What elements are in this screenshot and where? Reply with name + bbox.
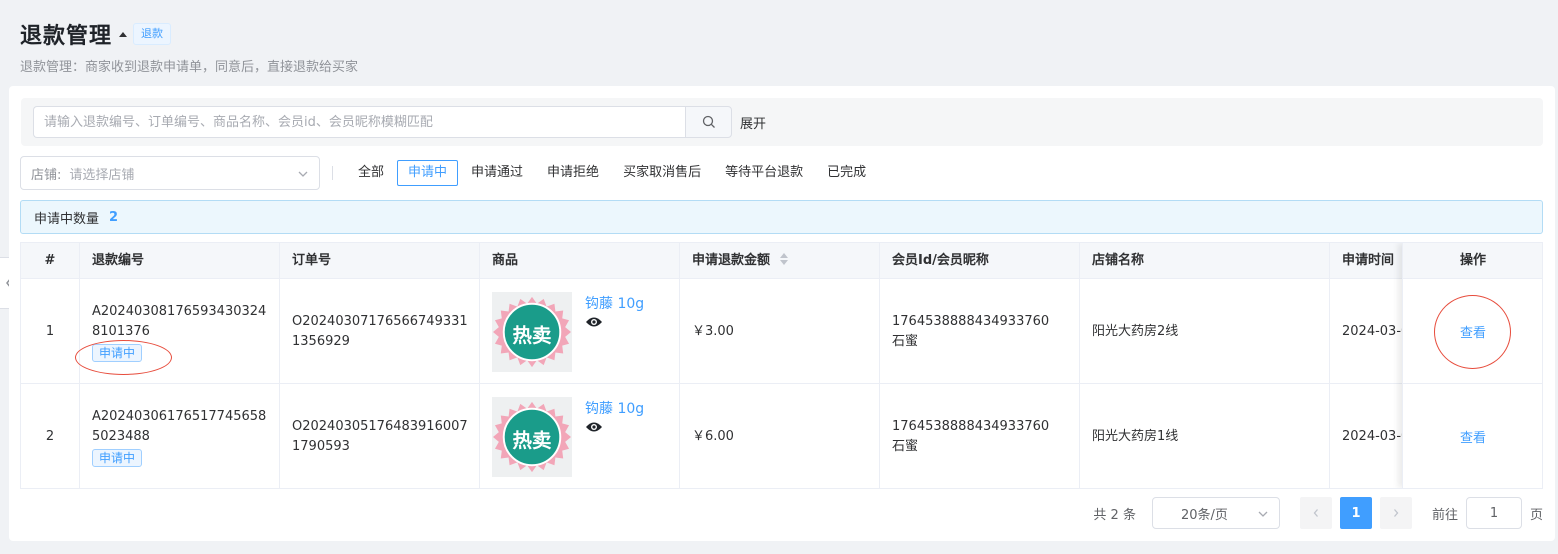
amount: ￥3.00 <box>680 279 880 384</box>
status-filter-all[interactable]: 全部 <box>347 160 395 186</box>
jumper-prefix: 前往 <box>1431 507 1458 523</box>
status-filter-awaiting-platform[interactable]: 等待平台退款 <box>714 160 814 186</box>
search-input[interactable] <box>33 106 687 138</box>
column-header-index: # <box>21 243 80 279</box>
next-page-button[interactable] <box>1379 497 1412 529</box>
sort-icon[interactable] <box>779 252 789 266</box>
expand-link[interactable]: 展开 <box>740 113 766 132</box>
order-no-cell: O202403051764839160071790593 <box>280 384 480 488</box>
status-filter-rejected[interactable]: 申请拒绝 <box>536 160 610 186</box>
store-select[interactable]: 店铺: 请选择店铺 <box>20 156 320 190</box>
column-header-store: 店铺名称 <box>1080 243 1330 279</box>
status-filter-approved[interactable]: 申请通过 <box>460 160 534 186</box>
status-filter-group: 全部 申请中 申请通过 申请拒绝 买家取消售后 等待平台退款 已完成 <box>347 160 879 186</box>
action-cell: 查看 <box>1403 384 1542 488</box>
column-header-action: 操作 <box>1403 243 1542 279</box>
store-name: 阳光大药房1线 <box>1080 384 1330 488</box>
column-header-product: 商品 <box>480 243 680 279</box>
refund-table: # 退款编号 订单号 商品 申请退款金额 会员Id/会员昵称 店铺名称 申请时间… <box>20 242 1543 489</box>
refund-no: A202403061765177456585023488 <box>92 408 267 444</box>
caret-up-icon[interactable] <box>119 31 128 37</box>
store-select-placeholder: 请选择店铺 <box>69 167 135 183</box>
refund-no-cell: A202403081765934303248101376 申请中 <box>80 279 280 384</box>
product-name-link[interactable]: 钩藤 10g <box>585 399 644 419</box>
prev-page-button[interactable] <box>1299 497 1332 529</box>
count-bar: 申请中数量 2 <box>20 200 1543 234</box>
jumper-suffix: 页 <box>1529 507 1543 523</box>
title-tag: 退款 <box>133 23 172 45</box>
page-size-value: 20条/页 <box>1180 507 1228 523</box>
chevron-left-icon <box>1313 509 1318 517</box>
column-header-refund-no: 退款编号 <box>80 243 280 279</box>
chevron-down-icon <box>1258 511 1268 517</box>
page-size-select[interactable]: 20条/页 <box>1151 497 1280 529</box>
product-name-link[interactable]: 钩藤 10g <box>585 294 644 314</box>
page-header: 退款管理 退款 退款管理：商家收到退款申请单，同意后，直接退款给买家 <box>20 18 358 75</box>
pagination-total: 共 2 条 <box>1093 507 1136 523</box>
row-index: 1 <box>21 279 80 384</box>
page-number-current[interactable]: 1 <box>1339 497 1372 529</box>
order-no-cell: O202403071765667493311356929 <box>280 279 480 384</box>
order-no: O202403071765667493311356929 <box>292 313 468 349</box>
member-id: 1764538888434933760 <box>892 313 1050 329</box>
row-index: 2 <box>21 384 80 488</box>
search-panel: 展开 <box>21 98 1543 146</box>
status-badge: 申请中 <box>92 448 143 467</box>
amount: ￥6.00 <box>680 384 880 488</box>
table-row: 2 A202403061765177456585023488 申请中 O2024… <box>21 384 1542 488</box>
product-image-text: 热卖 <box>512 428 552 451</box>
status-filter-completed[interactable]: 已完成 <box>816 160 877 186</box>
eye-icon[interactable] <box>585 421 603 433</box>
table-row: 1 A202403081765934303248101376 申请中 O2024… <box>21 279 1542 384</box>
order-no: O202403051764839160071790593 <box>292 418 468 454</box>
refund-no: A202403081765934303248101376 <box>92 303 267 339</box>
chevron-down-icon <box>298 171 308 177</box>
action-column: 操作 查看 查看 <box>1402 243 1542 488</box>
column-header-member: 会员Id/会员昵称 <box>880 243 1080 279</box>
member-cell: 1764538888434933760 石蜜 <box>880 384 1080 488</box>
main-card: 展开 店铺: 请选择店铺 全部 申请中 申请通过 申请拒绝 买家取消售后 等待平… <box>9 86 1555 541</box>
page-description: 退款管理：商家收到退款申请单，同意后，直接退款给买家 <box>20 60 359 75</box>
member-cell: 1764538888434933760 石蜜 <box>880 279 1080 384</box>
status-filter-applying[interactable]: 申请中 <box>397 160 459 186</box>
eye-icon[interactable] <box>585 316 603 328</box>
pagination: 共 2 条 20条/页 1 前往 页 <box>1093 497 1543 529</box>
count-value: 2 <box>109 209 119 225</box>
member-nickname: 石蜜 <box>892 438 919 454</box>
action-cell: 查看 <box>1403 279 1542 384</box>
divider <box>332 166 333 180</box>
count-label: 申请中数量 <box>34 211 100 227</box>
product-image[interactable]: 热卖 <box>492 396 572 477</box>
column-header-amount-label: 申请退款金额 <box>692 253 771 268</box>
status-badge: 申请中 <box>92 343 143 362</box>
view-button[interactable]: 查看 <box>1460 427 1486 446</box>
view-button[interactable]: 查看 <box>1460 322 1486 341</box>
refund-no-cell: A202403061765177456585023488 申请中 <box>80 384 280 488</box>
table-header: # 退款编号 订单号 商品 申请退款金额 会员Id/会员昵称 店铺名称 申请时间 <box>21 243 1542 279</box>
store-name: 阳光大药房2线 <box>1080 279 1330 384</box>
store-select-label: 店铺: <box>31 167 62 183</box>
member-id: 1764538888434933760 <box>892 418 1050 434</box>
page-jump-input[interactable] <box>1465 497 1522 529</box>
member-nickname: 石蜜 <box>892 333 919 349</box>
search-icon <box>702 115 715 128</box>
column-header-amount[interactable]: 申请退款金额 <box>680 243 880 279</box>
product-cell: 热卖 钩藤 10g <box>480 279 680 384</box>
status-filter-buyer-cancelled[interactable]: 买家取消售后 <box>612 160 712 186</box>
search-button[interactable] <box>685 106 732 138</box>
product-image[interactable]: 热卖 <box>492 291 572 372</box>
chevron-right-icon <box>1393 509 1399 517</box>
product-image-text: 热卖 <box>512 323 552 346</box>
page-title: 退款管理 <box>20 24 113 49</box>
column-header-order-no: 订单号 <box>280 243 480 279</box>
product-cell: 热卖 钩藤 10g <box>480 384 680 488</box>
